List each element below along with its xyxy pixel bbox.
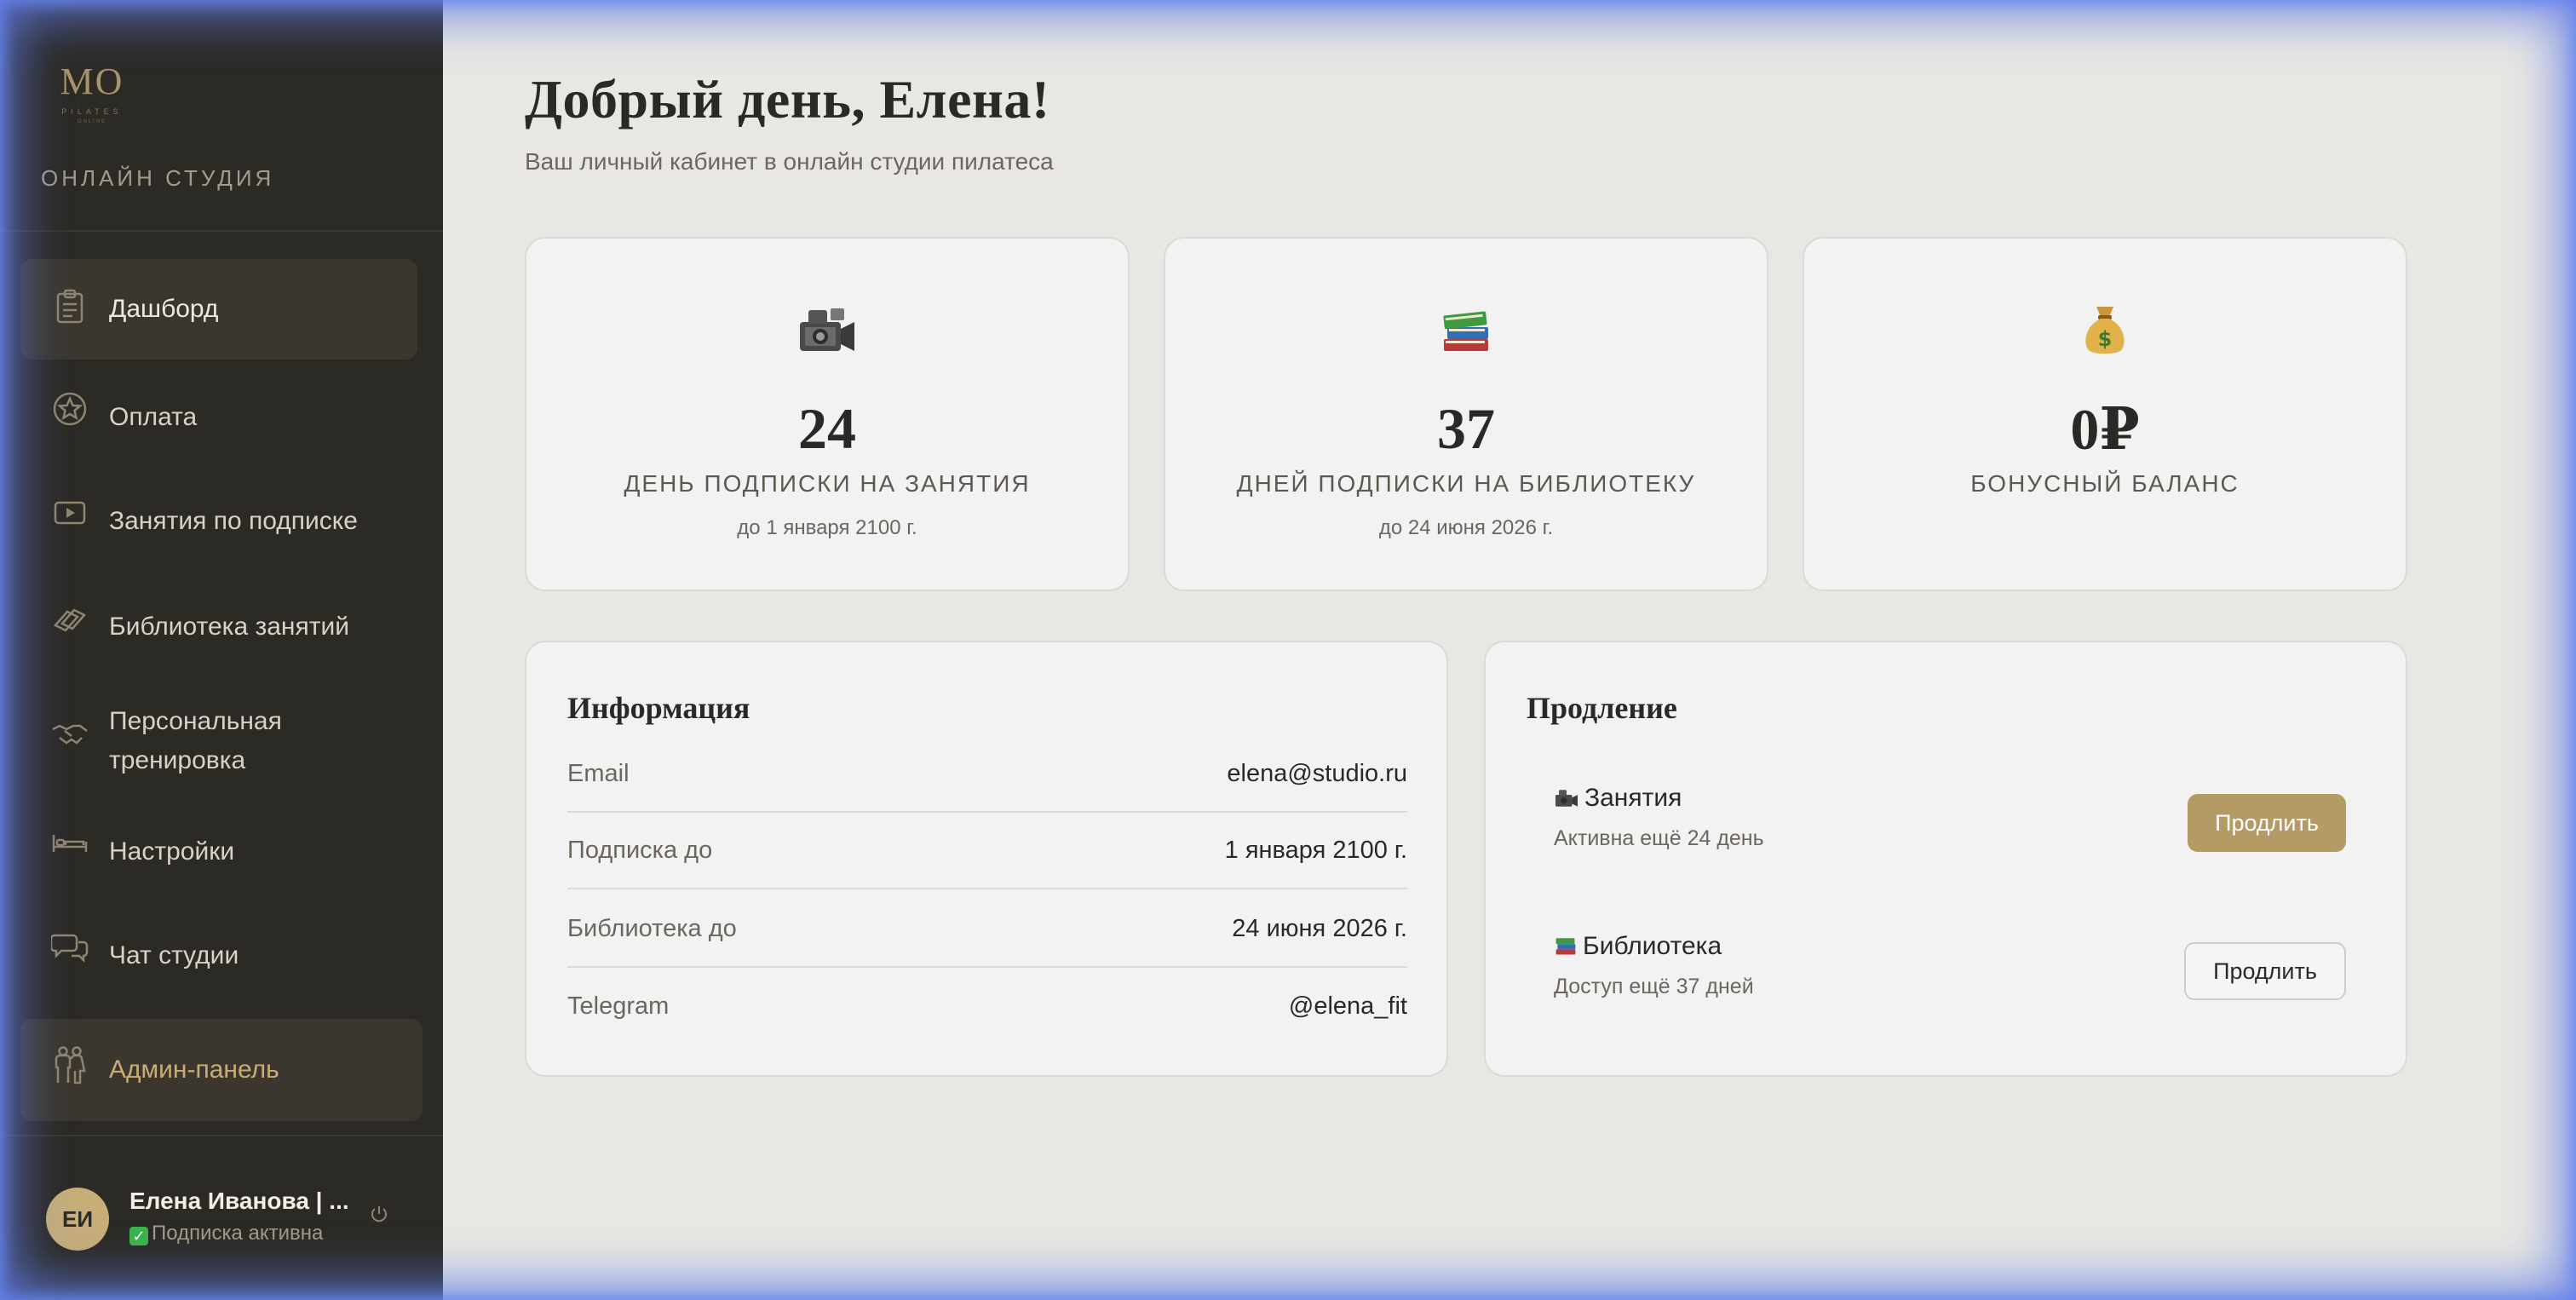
page-title: Добрый день, Елена!	[525, 69, 1050, 129]
renewal-card: Продление Занятия Активна ещё 24 день Пр…	[1484, 641, 2407, 1077]
sidebar-item-personal-training[interactable]: Персональная тренировка	[20, 693, 417, 796]
info-value: @elena_fit	[1288, 992, 1407, 1020]
people-icon	[51, 1046, 89, 1084]
money-bag-icon: $	[1804, 303, 2406, 366]
sidebar-item-subscription-classes[interactable]: Занятия по подписке	[20, 487, 417, 555]
stat-label: ДНЕЙ ПОДПИСКИ НА БИБЛИОТЕКУ	[1236, 470, 1696, 497]
page-subtitle: Ваш личный кабинет в онлайн студии пилат…	[525, 148, 1054, 175]
stat-note: до 24 июня 2026 г.	[1378, 516, 1554, 539]
studio-label: ОНЛАЙН СТУДИЯ	[41, 165, 275, 191]
bed-icon	[51, 825, 89, 862]
stat-card-classes: 24 ДЕНЬ ПОДПИСКИ НА ЗАНЯТИЯ до 1 января …	[525, 237, 1130, 591]
logo-subtitle: PILATES	[61, 107, 123, 116]
sidebar-item-label: Админ-панель	[109, 1056, 279, 1084]
books-icon	[1165, 303, 1767, 366]
renewal-item-name: Библиотека	[1554, 932, 1722, 964]
sidebar-divider	[0, 230, 443, 232]
books-icon	[51, 600, 89, 637]
info-row-library: Библиотека до 24 июня 2026 г.	[567, 891, 1407, 968]
sidebar-item-payment[interactable]: Оплата	[20, 383, 417, 452]
user-name: Елена Иванова | ...	[129, 1188, 349, 1214]
stat-card-bonus: $ 0₽ БОНУСНЫЙ БАЛАНС	[1803, 237, 2407, 591]
info-value: 24 июня 2026 г.	[1232, 914, 1407, 942]
renewal-item-library: Библиотека Доступ ещё 37 дней Продлить	[1554, 929, 2346, 1014]
svg-text:$: $	[2098, 327, 2113, 351]
sidebar-item-dashboard[interactable]: Дашборд	[20, 259, 417, 360]
renewal-item-label: Занятия	[1584, 784, 1682, 812]
main-content: Добрый день, Елена! Ваш личный кабинет в…	[443, 0, 2576, 1300]
sidebar-item-library[interactable]: Библиотека занятий	[20, 593, 417, 661]
sidebar-item-admin-panel[interactable]: Админ-панель	[20, 1019, 423, 1121]
info-key: Email	[567, 759, 630, 787]
sidebar-item-settings[interactable]: Настройки	[20, 818, 417, 886]
logo-subtitle-small: ONLINE	[77, 119, 107, 124]
user-status: ✓ Подписка активна	[129, 1222, 323, 1245]
stat-value: 37	[1437, 396, 1495, 461]
stat-value: 24	[798, 396, 856, 461]
renewal-item-label: Библиотека	[1583, 932, 1722, 960]
user-profile[interactable]: ЕИ Елена Иванова | ... ✓ Подписка активна	[46, 1186, 421, 1254]
power-icon[interactable]	[370, 1205, 399, 1234]
info-value: 1 января 2100 г.	[1224, 836, 1407, 864]
sidebar-item-label: Библиотека занятий	[109, 613, 349, 641]
info-value: elena@studio.ru	[1227, 759, 1407, 787]
renew-library-button[interactable]: Продлить	[2184, 942, 2346, 1000]
sidebar-item-label: Оплата	[109, 403, 198, 431]
stat-value: 0₽	[2070, 397, 2140, 462]
sidebar-divider	[0, 1135, 443, 1136]
info-row-telegram: Telegram @elena_fit	[567, 968, 1407, 1044]
info-row-subscription: Подписка до 1 января 2100 г.	[567, 813, 1407, 889]
sidebar-item-label: Персональная тренировка	[109, 707, 282, 774]
sidebar-item-label: Дашборд	[109, 295, 219, 323]
info-card: Информация Email elena@studio.ru Подписк…	[525, 641, 1448, 1077]
info-key: Библиотека до	[567, 914, 737, 942]
stat-label: ДЕНЬ ПОДПИСКИ НА ЗАНЯТИЯ	[624, 470, 1031, 497]
stat-note: до 1 января 2100 г.	[737, 516, 917, 539]
sidebar-item-label: Чат студии	[109, 941, 239, 969]
sidebar: MO PILATES ONLINE ОНЛАЙН СТУДИЯ Дашборд …	[0, 0, 443, 1300]
video-camera-icon	[526, 303, 1128, 366]
stat-label: БОНУСНЫЙ БАЛАНС	[1970, 470, 2240, 497]
info-card-title: Информация	[567, 691, 750, 725]
logo-mark: MO	[60, 60, 124, 102]
user-status-text: Подписка активна	[152, 1222, 324, 1245]
handshake-icon	[51, 716, 89, 753]
video-camera-icon	[1554, 787, 1579, 816]
info-row-email: Email elena@studio.ru	[567, 736, 1407, 813]
renewal-item-name: Занятия	[1554, 784, 1682, 816]
check-mark-icon: ✓	[129, 1227, 148, 1245]
books-icon	[1554, 934, 1578, 964]
renewal-item-status: Доступ ещё 37 дней	[1554, 975, 1754, 998]
studio-logo[interactable]: MO PILATES ONLINE	[49, 61, 135, 129]
sidebar-item-label: Занятия по подписке	[109, 507, 358, 535]
renewal-item-status: Активна ещё 24 день	[1554, 826, 1764, 850]
renewal-card-title: Продление	[1527, 691, 1677, 725]
info-key: Telegram	[567, 992, 670, 1020]
renew-classes-button[interactable]: Продлить	[2188, 794, 2346, 852]
sidebar-item-label: Настройки	[109, 837, 235, 866]
renewal-item-classes: Занятия Активна ещё 24 день Продлить	[1554, 780, 2346, 866]
chat-bubbles-icon	[51, 929, 89, 966]
info-key: Подписка до	[567, 836, 713, 864]
stat-card-library: 37 ДНЕЙ ПОДПИСКИ НА БИБЛИОТЕКУ до 24 июн…	[1164, 237, 1768, 591]
sidebar-item-studio-chat[interactable]: Чат студии	[20, 922, 417, 990]
video-play-icon	[51, 494, 89, 532]
avatar: ЕИ	[46, 1188, 109, 1251]
clipboard-icon	[51, 288, 89, 325]
star-badge-icon	[51, 390, 89, 428]
